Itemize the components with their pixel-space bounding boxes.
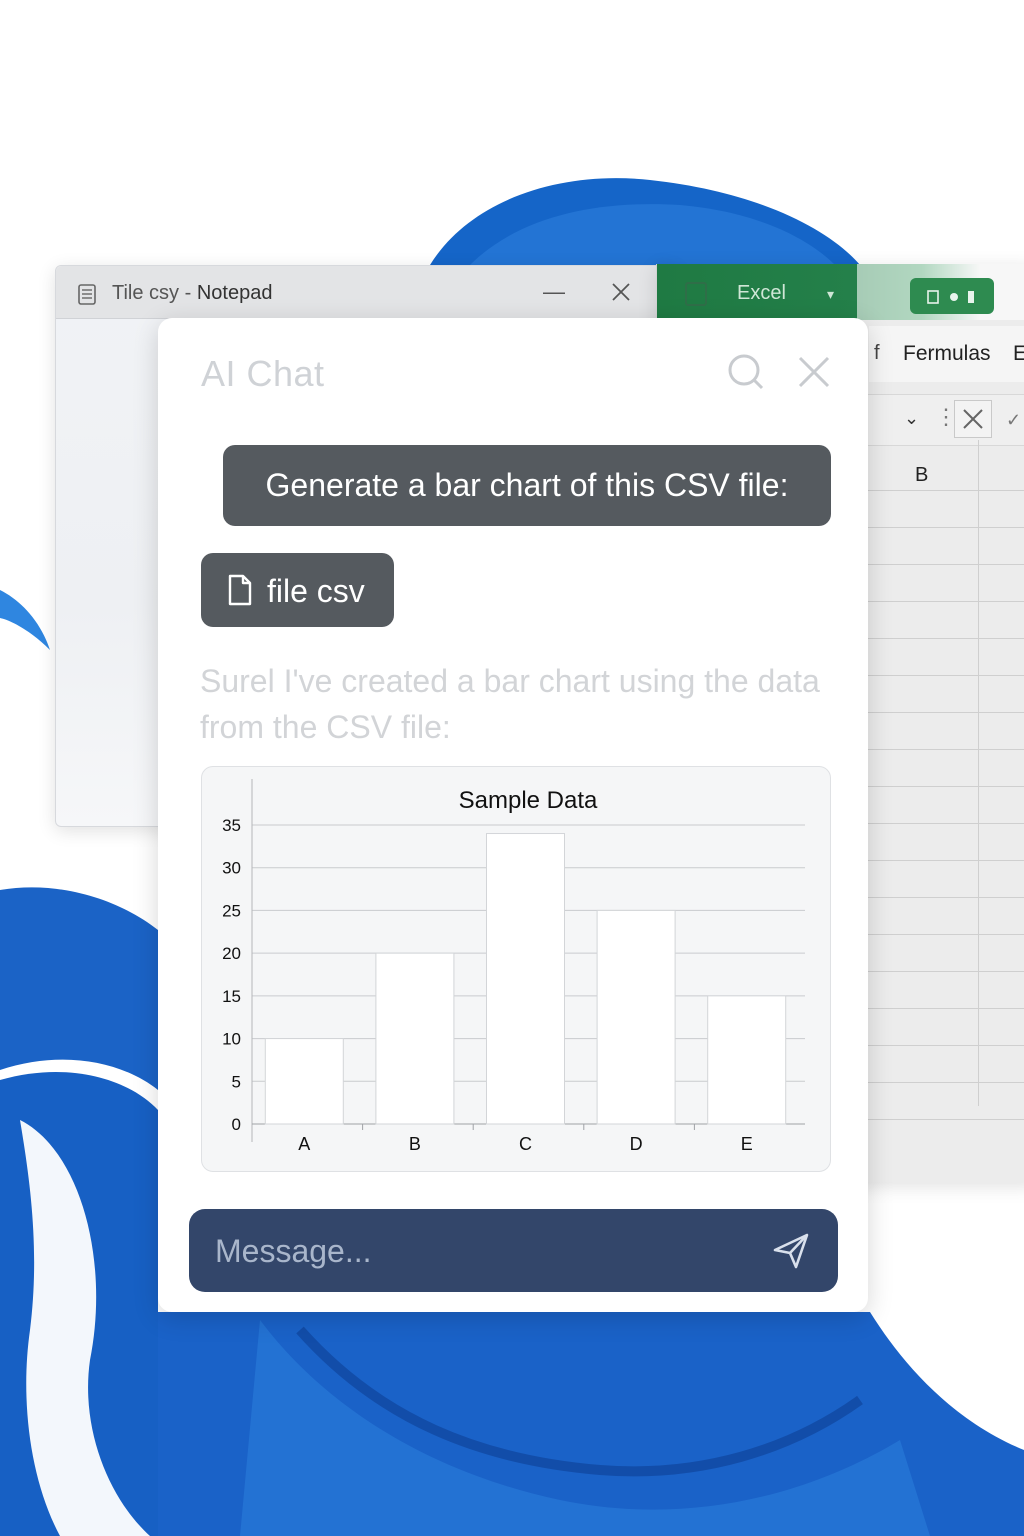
chevron-down-icon[interactable]: ▾ [827,286,834,303]
excel-window-controls[interactable] [910,278,994,314]
search-icon[interactable] [726,352,766,392]
message-input[interactable] [213,1223,757,1280]
x-tick-label: E [741,1134,753,1154]
y-tick-label: 30 [222,859,241,878]
column-divider [978,440,979,1106]
confirm-formula-icon[interactable]: ✓ [1006,410,1021,431]
bar [707,995,787,1125]
bar [596,909,676,1125]
x-tick-label: C [519,1134,532,1154]
name-box-dropdown[interactable]: ⌄ [904,408,919,429]
notepad-title: Tile csy - Notepad [112,282,272,305]
bar-chart-card: Sample Data 0 5 10 15 20 25 30 35 A B C D E [201,766,831,1172]
bar [486,833,565,1125]
notepad-title-separator: - [179,282,197,304]
send-icon[interactable] [771,1231,811,1271]
bar [264,1038,344,1125]
tab-formulas[interactable]: Fermulas [903,342,991,366]
excel-app-icon [685,282,707,306]
y-tick-label: 15 [222,987,241,1006]
y-tick-label: 5 [232,1072,241,1091]
spreadsheet-grid[interactable] [868,454,1024,1154]
x-tick-label: D [630,1134,643,1154]
window-controls-icon [927,290,974,305]
close-icon[interactable] [607,278,635,306]
notepad-titlebar[interactable]: Tile csy - Notepad — [56,266,676,319]
y-tick-label: 25 [222,901,241,920]
x-tick-label: A [298,1134,310,1154]
x-tick-label: B [409,1134,421,1154]
excel-title: Excel [737,282,786,304]
chat-title: AI Chat [201,353,325,394]
attachment-label: file csv [267,573,365,609]
chart-title: Sample Data [459,787,598,814]
bar-chart: Sample Data 0 5 10 15 20 25 30 35 A B C D E [222,779,805,1154]
user-message-bubble: Generate a bar chart of this CSV file: [223,445,831,526]
notepad-icon [78,284,96,305]
y-tick-label: 10 [222,1030,241,1049]
file-icon [228,574,252,606]
minimize-button[interactable]: — [540,278,568,306]
tab-next[interactable]: E [1013,342,1024,366]
y-tick-label: 35 [222,816,241,835]
ai-chat-panel: AI Chat Generate a bar chart of this CSV… [158,318,868,1312]
notepad-file-name: Tile csy [112,282,180,304]
ribbon-tab-partial[interactable]: f [874,342,880,365]
y-tick-label: 0 [232,1115,241,1134]
cancel-formula-icon[interactable] [954,400,992,438]
attachment-chip[interactable]: file csv [201,553,394,627]
assistant-message: Surel I've created a bar chart using the… [200,663,820,745]
column-header-b[interactable]: B [915,464,928,487]
close-icon[interactable] [796,354,832,390]
message-bar [189,1209,838,1292]
y-tick-label: 20 [222,944,241,963]
bar [375,952,455,1125]
notepad-app-name: Notepad [196,282,273,304]
